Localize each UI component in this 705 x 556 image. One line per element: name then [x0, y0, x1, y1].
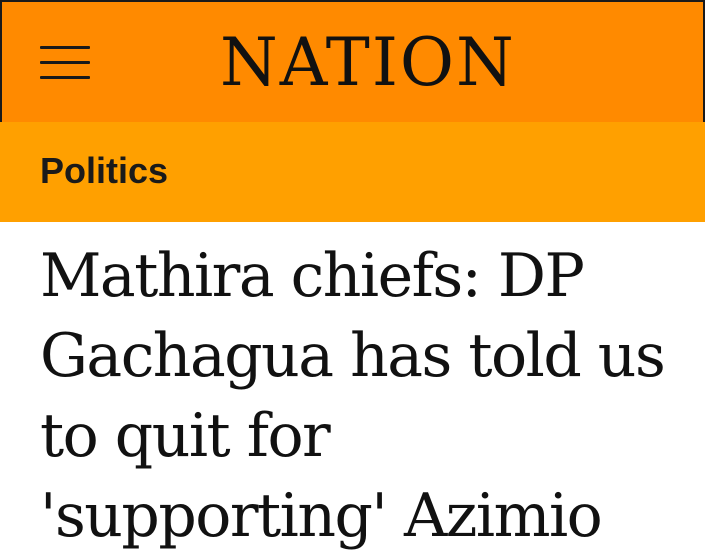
section-label-politics[interactable]: Politics: [40, 150, 168, 192]
hamburger-menu-icon[interactable]: [40, 46, 90, 82]
article-headline: Mathira chiefs: DP Gachagua has told us …: [40, 241, 666, 551]
menu-line: [40, 61, 90, 64]
menu-line: [40, 76, 90, 79]
site-logo[interactable]: NATION: [220, 28, 516, 98]
site-header: NATION: [0, 0, 705, 122]
menu-line: [40, 46, 90, 49]
